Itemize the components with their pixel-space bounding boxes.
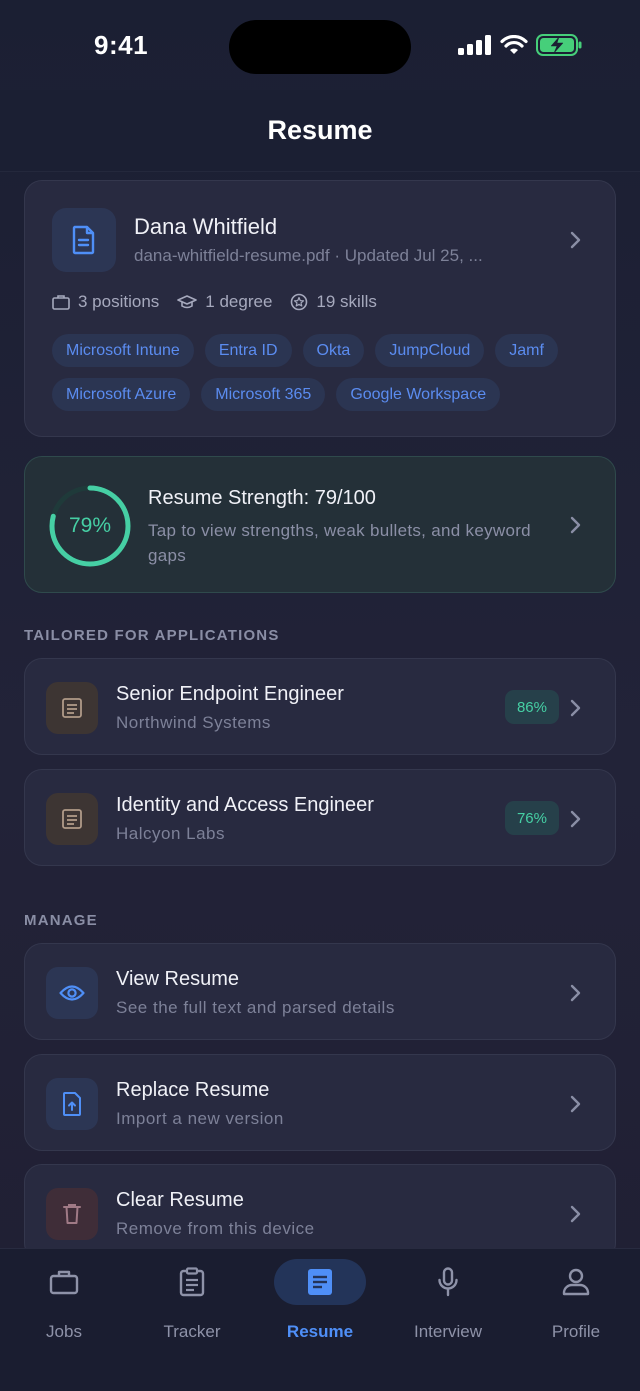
tailored-icon-tile bbox=[46, 682, 98, 734]
manage-section-label: MANAGE bbox=[24, 912, 98, 929]
tailored-company: Halcyon Labs bbox=[116, 824, 226, 843]
skill-chip: Jamf bbox=[495, 334, 558, 367]
wifi-icon bbox=[500, 35, 528, 54]
degree-count: 1 degree bbox=[205, 292, 273, 311]
nav-header: Resume bbox=[0, 90, 640, 172]
skill-chip: JumpCloud bbox=[375, 334, 485, 367]
tab-label: Tracker bbox=[163, 1322, 221, 1341]
positions-count: 3 positions bbox=[78, 292, 160, 311]
chevron-right-icon bbox=[570, 1095, 581, 1113]
tab-icon-wrap bbox=[530, 1259, 622, 1305]
skill-chip: Microsoft Intune bbox=[52, 334, 194, 367]
resume-owner-name: Dana Whitfield bbox=[134, 214, 278, 239]
tailored-resume-item[interactable]: Senior Endpoint Engineer Northwind Syste… bbox=[24, 658, 616, 755]
clear-icon-tile bbox=[46, 1188, 98, 1240]
resume-summary-card[interactable]: Dana Whitfield dana-whitfield-resume.pdf… bbox=[24, 180, 616, 437]
tab-jobs[interactable]: Jobs bbox=[0, 1259, 128, 1349]
clear-resume-button[interactable]: Clear Resume Remove from this device bbox=[24, 1164, 616, 1261]
tab-label: Resume bbox=[286, 1322, 354, 1341]
skill-chips: Microsoft Intune Entra ID Okta JumpCloud… bbox=[52, 334, 612, 411]
clear-resume-subtitle: Remove from this device bbox=[116, 1219, 315, 1238]
tailored-job-title: Identity and Access Engineer bbox=[116, 794, 374, 816]
tab-label: Interview bbox=[413, 1322, 483, 1341]
clear-resume-title: Clear Resume bbox=[116, 1189, 244, 1211]
chevron-right-icon bbox=[570, 699, 581, 717]
microphone-icon bbox=[438, 1267, 458, 1297]
status-time: 9:41 bbox=[94, 30, 149, 60]
strength-percent: 79% bbox=[68, 514, 112, 537]
person-icon bbox=[562, 1268, 590, 1296]
tab-profile[interactable]: Profile bbox=[512, 1259, 640, 1349]
replace-resume-subtitle: Import a new version bbox=[116, 1109, 284, 1128]
chevron-right-icon bbox=[570, 231, 581, 249]
document-lines-icon bbox=[62, 809, 82, 829]
battery-icon bbox=[536, 34, 582, 56]
view-resume-title: View Resume bbox=[116, 968, 240, 990]
tailored-section-label: TAILORED FOR APPLICATIONS bbox=[24, 627, 280, 644]
briefcase-icon bbox=[49, 1270, 79, 1295]
replace-resume-title: Replace Resume bbox=[116, 1079, 270, 1101]
eye-icon bbox=[59, 985, 85, 1001]
document-icon bbox=[72, 225, 95, 255]
status-bar: 9:41 bbox=[0, 0, 640, 90]
skill-chip: Entra ID bbox=[204, 334, 292, 367]
skills-stat: 19 skills bbox=[290, 292, 377, 312]
tab-icon-wrap bbox=[18, 1259, 110, 1305]
briefcase-icon bbox=[52, 295, 70, 310]
chevron-right-icon bbox=[570, 516, 581, 534]
tailored-company: Northwind Systems bbox=[116, 713, 271, 732]
tab-icon-wrap bbox=[146, 1259, 238, 1305]
positions-stat: 3 positions bbox=[52, 292, 159, 312]
view-resume-button[interactable]: View Resume See the full text and parsed… bbox=[24, 943, 616, 1040]
tailored-resume-item[interactable]: Identity and Access Engineer Halcyon Lab… bbox=[24, 769, 616, 866]
degree-stat: 1 degree bbox=[177, 292, 272, 312]
trash-icon bbox=[63, 1204, 81, 1224]
skills-count: 19 skills bbox=[316, 292, 377, 311]
view-icon-tile bbox=[46, 967, 98, 1019]
skill-chip: Google Workspace bbox=[336, 378, 501, 411]
tab-icon-wrap bbox=[402, 1259, 494, 1305]
document-lines-icon bbox=[62, 698, 82, 718]
tab-resume[interactable]: Resume bbox=[256, 1259, 384, 1349]
tab-label: Jobs bbox=[46, 1322, 82, 1341]
tab-tracker[interactable]: Tracker bbox=[128, 1259, 256, 1349]
dynamic-island bbox=[229, 20, 411, 74]
tab-interview[interactable]: Interview bbox=[384, 1259, 512, 1349]
file-upload-icon bbox=[63, 1092, 81, 1116]
strength-title: Resume Strength: 79/100 bbox=[148, 487, 376, 509]
replace-resume-button[interactable]: Replace Resume Import a new version bbox=[24, 1054, 616, 1151]
tab-icon-wrap bbox=[274, 1259, 366, 1305]
strength-description: Tap to view strengths, weak bullets, and… bbox=[148, 521, 531, 565]
tab-label: Profile bbox=[551, 1322, 601, 1341]
replace-icon-tile bbox=[46, 1078, 98, 1130]
chevron-right-icon bbox=[570, 984, 581, 1002]
document-tile bbox=[52, 208, 116, 272]
graduation-cap-icon bbox=[177, 295, 198, 309]
skill-chip: Okta bbox=[302, 334, 365, 367]
tailored-icon-tile bbox=[46, 793, 98, 845]
resume-stats: 3 positions 1 degree 19 skills bbox=[52, 292, 377, 312]
resume-file-info: dana-whitfield-resume.pdf · Updated Jul … bbox=[134, 246, 483, 265]
tailored-job-title: Senior Endpoint Engineer bbox=[116, 683, 344, 705]
status-icons bbox=[458, 34, 582, 56]
signal-icon bbox=[458, 35, 491, 55]
page-title: Resume bbox=[267, 115, 373, 145]
match-badge: 76% bbox=[504, 801, 559, 835]
skill-chip: Microsoft 365 bbox=[201, 378, 326, 411]
star-badge-icon bbox=[291, 293, 308, 311]
resume-strength-card[interactable]: 79% Resume Strength: 79/100 Tap to view … bbox=[24, 456, 616, 593]
chevron-right-icon bbox=[570, 810, 581, 828]
view-resume-subtitle: See the full text and parsed details bbox=[116, 998, 395, 1017]
clipboard-icon bbox=[179, 1267, 205, 1297]
match-badge: 86% bbox=[504, 690, 559, 724]
document-icon bbox=[308, 1269, 332, 1295]
skill-chip: Microsoft Azure bbox=[52, 378, 191, 411]
bottom-tab-bar: Jobs Tracker Resume Interview Profile bbox=[0, 1248, 640, 1391]
chevron-right-icon bbox=[570, 1205, 581, 1223]
